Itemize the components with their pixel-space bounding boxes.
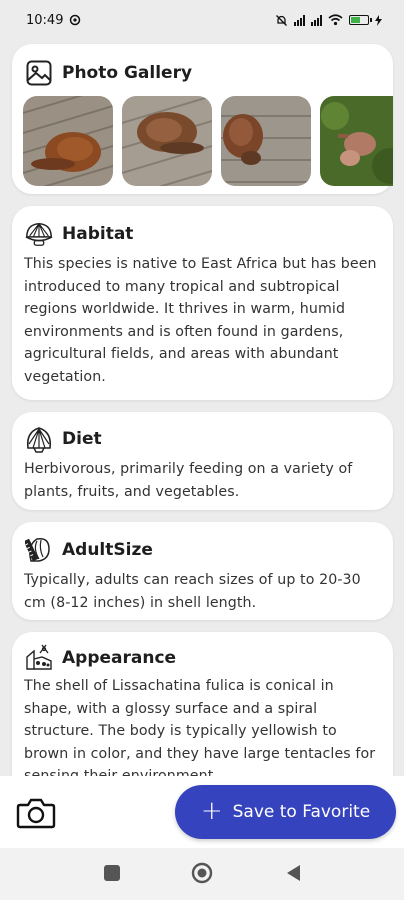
appearance-title: Appearance <box>62 648 177 668</box>
status-time: 10:49 <box>26 12 64 28</box>
appearance-header: Appearance <box>12 632 393 673</box>
plus-icon: + <box>200 795 223 826</box>
diet-title: Diet <box>62 429 102 449</box>
signal-icon <box>294 14 305 26</box>
photo-thumbnail[interactable] <box>23 96 113 186</box>
appearance-text: The shell of Lissachatina fulica is coni… <box>24 678 376 776</box>
habitat-title: Habitat <box>62 224 134 244</box>
recent-apps-button[interactable] <box>103 864 121 882</box>
habitat-header: Habitat <box>12 206 393 249</box>
sync-icon <box>70 14 81 26</box>
adult-size-text: Typically, adults can reach sizes of up … <box>24 572 361 611</box>
ruler-shell-icon <box>24 535 54 565</box>
habitat-text: This species is native to East Africa bu… <box>24 256 377 385</box>
content-scroll[interactable]: Photo Gallery Habitat This species is na… <box>0 40 404 776</box>
gallery-header: Photo Gallery <box>12 44 393 88</box>
save-to-favorite-button[interactable]: + Save to Favorite <box>175 785 396 839</box>
status-bar: 10:49 <box>0 0 404 40</box>
photo-thumbnail[interactable] <box>320 96 393 186</box>
shell-icon <box>24 424 54 454</box>
home-button[interactable] <box>191 862 213 884</box>
diet-card: Diet Herbivorous, primarily feeding on a… <box>12 412 393 510</box>
camera-icon <box>16 798 56 829</box>
palette-icon <box>24 643 54 673</box>
mute-icon <box>276 14 287 26</box>
camera-button[interactable] <box>16 796 56 830</box>
charging-icon <box>375 14 382 26</box>
photo-thumbnail[interactable] <box>122 96 212 186</box>
photo-gallery-card: Photo Gallery <box>12 44 393 194</box>
diet-text: Herbivorous, primarily feeding on a vari… <box>24 461 353 500</box>
bottom-action-bar: + Save to Favorite <box>0 776 404 848</box>
habitat-card: Habitat This species is native to East A… <box>12 206 393 400</box>
photo-thumbnail[interactable] <box>221 96 311 186</box>
diet-header: Diet <box>12 412 393 454</box>
gallery-title: Photo Gallery <box>62 63 193 83</box>
save-to-favorite-label: Save to Favorite <box>232 802 371 822</box>
shell-icon <box>24 219 54 249</box>
back-button[interactable] <box>285 864 303 882</box>
system-navigation-bar <box>0 848 404 900</box>
appearance-card: Appearance The shell of Lissachatina ful… <box>12 632 393 776</box>
photo-strip[interactable] <box>12 96 393 186</box>
adult-size-card: AdultSize Typically, adults can reach si… <box>12 522 393 620</box>
battery-icon <box>349 15 372 25</box>
adult-size-title: AdultSize <box>62 540 153 560</box>
image-icon <box>24 58 54 88</box>
adult-size-header: AdultSize <box>12 522 393 565</box>
wifi-icon <box>328 14 343 26</box>
signal-icon-2 <box>311 14 322 26</box>
